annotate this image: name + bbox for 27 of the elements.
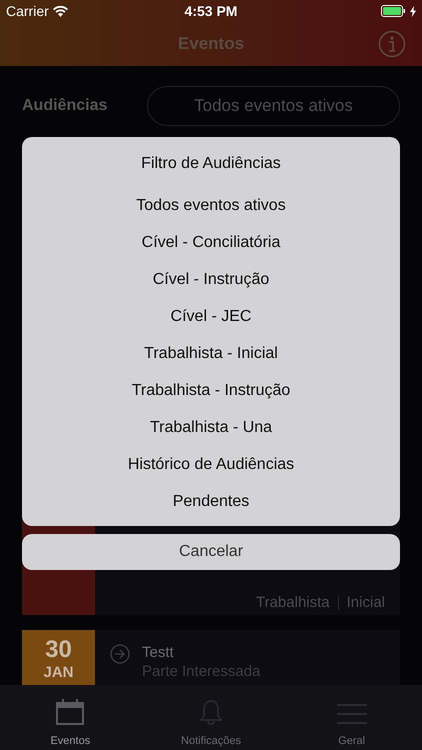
filter-option[interactable]: Trabalhista - Inicial xyxy=(138,335,284,372)
info-icon[interactable] xyxy=(378,30,406,58)
event-tag: Trabalhista xyxy=(256,594,330,611)
cancel-button[interactable]: Cancelar xyxy=(22,534,400,570)
event-month: JAN xyxy=(43,664,74,681)
clock-time: 4:53 PM xyxy=(184,3,238,19)
filter-option[interactable]: Cível - JEC xyxy=(164,298,258,335)
sheet-title: Filtro de Audiências xyxy=(141,154,281,174)
event-tag: Inicial xyxy=(346,594,385,611)
wifi-icon xyxy=(52,6,68,16)
filter-option[interactable]: Trabalhista - Instrução xyxy=(126,372,296,409)
bell-icon xyxy=(200,699,222,725)
filter-option[interactable]: Todos eventos ativos xyxy=(130,187,292,224)
filter-option[interactable]: Pendentes xyxy=(166,483,256,520)
carrier-label: Carrier xyxy=(6,3,49,19)
event-day: 30 xyxy=(45,636,72,664)
filter-option[interactable]: Histórico de Audiências xyxy=(122,446,300,483)
battery-icon xyxy=(381,5,406,17)
filter-option[interactable]: Cível - Conciliatória xyxy=(136,224,286,261)
menu-icon xyxy=(336,703,367,725)
arrow-circle-icon xyxy=(110,644,130,664)
party-name: Testt xyxy=(142,644,175,661)
section-label: Audiências xyxy=(22,97,108,115)
filter-option[interactable]: Trabalhista - Una xyxy=(144,409,278,446)
filter-option[interactable]: Cível - Instrução xyxy=(146,261,276,298)
tab-item[interactable]: Eventos xyxy=(0,685,141,750)
calendar-icon xyxy=(56,699,84,725)
